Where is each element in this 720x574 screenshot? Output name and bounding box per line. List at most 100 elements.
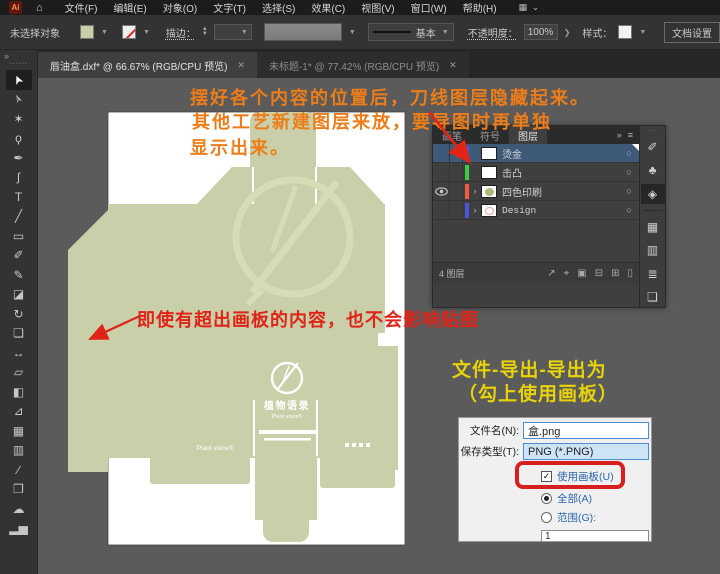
expand-toggle[interactable]: ›	[469, 186, 481, 196]
tool-pencil[interactable]: ✎	[6, 265, 32, 285]
tool-paintbrush[interactable]: ✐	[6, 246, 32, 266]
menu-effect[interactable]: 效果(C)	[303, 0, 353, 15]
menu-type[interactable]: 文字(T)	[205, 0, 254, 15]
chevron-down-icon[interactable]: ▼	[143, 29, 150, 36]
panel-collapse-icon[interactable]: »	[617, 130, 622, 140]
visibility-toggle[interactable]	[433, 201, 450, 219]
tool-lasso[interactable]: ϙ	[6, 129, 32, 149]
panel-tab-symbols[interactable]: 符号	[471, 126, 509, 144]
stroke-weight-label[interactable]: 描边：	[166, 25, 196, 40]
close-icon[interactable]: ✕	[449, 60, 457, 71]
visibility-toggle[interactable]	[433, 182, 450, 200]
tool-width[interactable]: ↔	[6, 343, 32, 363]
graphic-style-swatch[interactable]	[618, 25, 632, 39]
new-layer-icon[interactable]: ⊞	[611, 268, 619, 279]
tool-line-segment[interactable]: ╱	[6, 207, 32, 227]
tool-direct-selection[interactable]: ➢	[6, 90, 32, 110]
layers-panel-icon[interactable]: ◈	[641, 184, 665, 204]
tool-magic-wand[interactable]: ✶	[6, 109, 32, 129]
chevron-down-icon[interactable]: ▼	[639, 29, 646, 36]
layer-row-tangjin[interactable]: 烫金 ○	[433, 144, 639, 163]
layer-name[interactable]: 击凸	[502, 165, 619, 180]
use-artboards-label[interactable]: 使用画板(U)	[557, 469, 614, 484]
chevron-down-icon[interactable]: ▼	[349, 29, 356, 36]
opacity-input[interactable]: 100%	[524, 24, 558, 40]
visibility-toggle[interactable]	[433, 144, 450, 162]
locate-object-icon[interactable]: ⌖	[564, 268, 570, 279]
all-artboards-radio[interactable]	[541, 493, 552, 504]
tool-rotate[interactable]: ↻	[6, 304, 32, 324]
lock-toggle[interactable]	[450, 163, 463, 181]
layer-name[interactable]: Design	[502, 205, 619, 216]
menu-view[interactable]: 视图(V)	[353, 0, 402, 15]
tab-document-1[interactable]: 唇油盒.dxf* @ 66.67% (RGB/CPU 预览) ✕	[38, 52, 257, 78]
align-panel-icon[interactable]: ≣	[641, 264, 665, 284]
toolbar-grip[interactable]: ▪▪▪▪▪▪	[9, 62, 28, 66]
menu-window[interactable]: 窗口(W)	[403, 0, 455, 15]
close-icon[interactable]: ✕	[237, 60, 245, 71]
layer-name[interactable]: 四色印刷	[502, 184, 619, 199]
menu-edit[interactable]: 编辑(E)	[105, 0, 154, 15]
opacity-label[interactable]: 不透明度：	[468, 25, 518, 40]
stroke-style-select[interactable]: 基本 ▼	[368, 23, 454, 41]
expand-toggle[interactable]: ›	[469, 205, 481, 215]
tool-blend[interactable]: ❒	[6, 480, 32, 500]
target-circle-icon[interactable]: ○	[619, 167, 639, 177]
document-setup-button[interactable]: 文档设置	[664, 22, 720, 43]
swatches-panel-icon[interactable]: ▦	[641, 217, 665, 237]
tool-eraser[interactable]: ◪	[6, 285, 32, 305]
menu-file[interactable]: 文件(F)	[57, 0, 106, 15]
layer-row-sise-yinshua[interactable]: › 四色印刷 ○	[433, 182, 639, 201]
range-label[interactable]: 范围(G):	[557, 510, 596, 525]
opacity-more-icon[interactable]: ❯	[564, 28, 571, 37]
lock-toggle[interactable]	[450, 182, 463, 200]
target-circle-icon[interactable]: ○	[619, 186, 639, 196]
tool-perspective-grid[interactable]: ⊿	[6, 402, 32, 422]
stroke-weight-stepper[interactable]: ▲▼	[202, 27, 208, 37]
fill-color-swatch[interactable]	[80, 25, 94, 39]
tool-shape-builder[interactable]: ◧	[6, 382, 32, 402]
menu-help[interactable]: 帮助(H)	[455, 0, 505, 15]
tool-scale[interactable]: ❏	[6, 324, 32, 344]
symbols-panel-icon[interactable]: ♣	[641, 161, 665, 181]
tool-free-transform[interactable]: ▱	[6, 363, 32, 383]
tool-type[interactable]: T	[6, 187, 32, 207]
home-icon[interactable]: ⌂	[36, 2, 43, 14]
range-input[interactable]: 1	[541, 530, 649, 542]
tool-mesh[interactable]: ▦	[6, 421, 32, 441]
lock-toggle[interactable]	[450, 144, 463, 162]
collect-for-export-icon[interactable]: ↗	[547, 268, 555, 279]
tool-symbol-sprayer[interactable]: ☁	[6, 499, 32, 519]
new-sublayer-icon[interactable]: ⊟	[595, 268, 603, 279]
gradient-panel-icon[interactable]: ▥	[641, 240, 665, 260]
filename-input[interactable]: 盒.png	[523, 422, 649, 439]
layer-name[interactable]: 烫金	[502, 146, 619, 161]
workspace-switcher-icon[interactable]: ▦ ⌄	[519, 2, 541, 13]
use-artboards-checkbox[interactable]: ✓	[541, 471, 552, 482]
target-circle-icon[interactable]: ○	[619, 205, 639, 215]
tool-curvature[interactable]: ʃ	[6, 168, 32, 188]
visibility-toggle[interactable]	[433, 163, 450, 181]
tool-selection[interactable]: ➤	[6, 70, 32, 90]
tool-rectangle[interactable]: ▭	[6, 226, 32, 246]
range-radio[interactable]	[541, 512, 552, 523]
save-type-select[interactable]: PNG (*.PNG)	[523, 443, 649, 460]
transform-panel-icon[interactable]: ❑	[641, 287, 665, 307]
layer-row-jitu[interactable]: 击凸 ○	[433, 163, 639, 182]
tab-document-2[interactable]: 未标题-1* @ 77.42% (RGB/CPU 预览) ✕	[257, 52, 469, 78]
tool-column-graph[interactable]: ▂▅	[6, 519, 32, 539]
chevron-down-icon[interactable]: ▼	[101, 29, 108, 36]
delete-layer-icon[interactable]: ▯	[627, 268, 633, 279]
panel-tab-brushes[interactable]: 画笔	[433, 126, 471, 144]
app-logo-icon[interactable]: Ai	[9, 1, 22, 14]
tool-pen[interactable]: ✒	[6, 148, 32, 168]
lock-toggle[interactable]	[450, 201, 463, 219]
panel-menu-icon[interactable]: ≡	[628, 130, 633, 140]
tool-gradient[interactable]: ▥	[6, 441, 32, 461]
menu-object[interactable]: 对象(O)	[155, 0, 205, 15]
all-artboards-label[interactable]: 全部(A)	[557, 491, 592, 506]
stroke-color-swatch[interactable]	[122, 25, 136, 39]
panel-tab-layers[interactable]: 图层	[509, 126, 547, 144]
stroke-weight-select[interactable]: ▼	[214, 24, 252, 40]
brush-definition-select[interactable]	[264, 23, 342, 41]
